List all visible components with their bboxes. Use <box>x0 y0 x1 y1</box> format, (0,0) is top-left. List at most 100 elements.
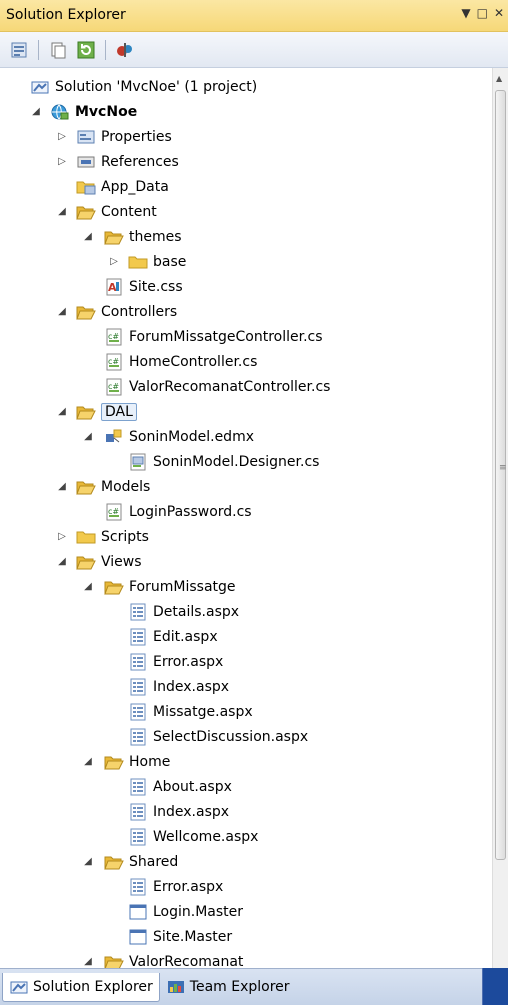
collapse-arrow-icon[interactable]: ◢ <box>82 424 94 449</box>
folder-icon <box>128 253 148 271</box>
refresh-button[interactable] <box>75 39 97 61</box>
tree-item-wellcome-aspx[interactable]: Wellcome.aspx <box>128 824 258 849</box>
cs-file-icon: c# <box>104 378 124 396</box>
solution-icon <box>30 78 50 96</box>
collapse-arrow-icon[interactable]: ◢ <box>82 749 94 774</box>
tree-item-details-aspx[interactable]: Details.aspx <box>128 599 239 624</box>
vertical-scrollbar[interactable]: ▲ ≡ <box>492 68 508 968</box>
solution-tree[interactable]: Solution 'MvcNoe' (1 project) ◢ MvcNoe ▷ Pro… <box>0 68 492 968</box>
solution-explorer-icon <box>9 978 29 996</box>
folder-open-icon <box>104 853 124 871</box>
master-page-icon <box>128 928 148 946</box>
dropdown-pin-icon[interactable]: ▼ <box>461 6 470 20</box>
team-explorer-icon <box>166 978 186 996</box>
show-all-files-button[interactable] <box>47 39 69 61</box>
tree-item-label: ForumMissatge <box>129 578 236 595</box>
edmx-file-icon <box>104 428 124 446</box>
toolbar <box>0 32 508 68</box>
tree-item-forummissatge[interactable]: ForumMissatge <box>104 574 236 599</box>
properties-folder-icon <box>76 128 96 146</box>
tab-label: Solution Explorer <box>33 978 153 995</box>
collapse-arrow-icon[interactable]: ◢ <box>56 299 68 324</box>
tree-item-site-css[interactable]: A Site.css <box>104 274 183 299</box>
grip-icon: ≡ <box>499 463 507 473</box>
tree-item-home[interactable]: Home <box>104 749 170 774</box>
tree-item-dal[interactable]: DAL <box>76 399 137 424</box>
folder-open-icon <box>104 228 124 246</box>
tree-item-scripts[interactable]: Scripts <box>76 524 149 549</box>
master-page-icon <box>128 903 148 921</box>
tree-item-about-aspx[interactable]: About.aspx <box>128 774 232 799</box>
tree-item-missatge-aspx[interactable]: Missatge.aspx <box>128 699 253 724</box>
tree-item-views[interactable]: Views <box>76 549 142 574</box>
collapse-arrow-icon[interactable]: ◢ <box>56 399 68 424</box>
tab-team-explorer[interactable]: Team Explorer <box>160 973 296 1001</box>
properties-button[interactable] <box>8 39 30 61</box>
tree-item-content[interactable]: Content <box>76 199 157 224</box>
tree-item-index-aspx[interactable]: Index.aspx <box>128 674 229 699</box>
tree-item-models[interactable]: Models <box>76 474 150 499</box>
tree-item-forummissatgecontroller-cs[interactable]: c# ForumMissatgeController.cs <box>104 324 323 349</box>
tab-solution-explorer[interactable]: Solution Explorer <box>2 972 160 1002</box>
tree-item-login-master[interactable]: Login.Master <box>128 899 243 924</box>
cs-file-icon: c# <box>104 353 124 371</box>
tree-item-edit-aspx[interactable]: Edit.aspx <box>128 624 218 649</box>
tree-item-valorrecomanatcontroller-cs[interactable]: c# ValorRecomanatController.cs <box>104 374 330 399</box>
aspx-file-icon <box>128 678 148 696</box>
tree-item-app-data[interactable]: App_Data <box>76 174 169 199</box>
tree-item-index-aspx[interactable]: Index.aspx <box>128 799 229 824</box>
tree-item-loginpassword-cs[interactable]: c# LoginPassword.cs <box>104 499 252 524</box>
tree-item-properties[interactable]: Properties <box>76 124 172 149</box>
collapse-arrow-icon[interactable]: ◢ <box>56 199 68 224</box>
collapse-arrow-icon[interactable]: ◢ <box>56 549 68 574</box>
tree-item-label: Login.Master <box>153 903 244 920</box>
tree-item-label: HomeController.cs <box>129 353 258 370</box>
tree-item-label: About.aspx <box>153 778 232 795</box>
show-all-files-icon <box>51 42 66 58</box>
tree-item-references[interactable]: References <box>76 149 179 174</box>
aspx-file-icon <box>128 878 148 896</box>
tree-item-label: Index.aspx <box>153 803 230 820</box>
expand-arrow-icon[interactable]: ▷ <box>56 149 68 174</box>
scrollbar-thumb[interactable]: ≡ <box>495 90 507 860</box>
tree-item-site-master[interactable]: Site.Master <box>128 924 232 949</box>
expand-arrow-icon[interactable]: ▷ <box>56 124 68 149</box>
tree-item-base[interactable]: base <box>128 249 186 274</box>
collapse-arrow-icon[interactable]: ◢ <box>82 574 94 599</box>
window-controls: ▼ □ ✕ <box>461 6 504 20</box>
tree-item-valorrecomanat[interactable]: ValorRecomanat <box>104 949 243 968</box>
tree-item-selectdiscussion-aspx[interactable]: SelectDiscussion.aspx <box>128 724 308 749</box>
tree-item-themes[interactable]: themes <box>104 224 182 249</box>
aspx-file-icon <box>128 728 148 746</box>
designer-file-icon <box>128 453 148 471</box>
collapse-arrow-icon[interactable]: ◢ <box>30 99 42 124</box>
web-project-icon <box>50 103 70 121</box>
svg-text:c#: c# <box>108 357 119 366</box>
collapse-arrow-icon[interactable]: ◢ <box>82 849 94 874</box>
tree-item-label: ForumMissatgeController.cs <box>129 328 323 345</box>
title-bar: Solution Explorer ▼ □ ✕ <box>0 0 508 32</box>
tree-item-label: ValorRecomanat <box>129 953 244 969</box>
expand-arrow-icon[interactable]: ▷ <box>108 249 120 274</box>
tree-item-shared[interactable]: Shared <box>104 849 178 874</box>
tree-item-homecontroller-cs[interactable]: c# HomeController.cs <box>104 349 257 374</box>
tree-item-error-aspx[interactable]: Error.aspx <box>128 874 223 899</box>
collapse-arrow-icon[interactable]: ◢ <box>82 949 94 968</box>
close-icon[interactable]: ✕ <box>494 6 504 20</box>
scroll-up-icon[interactable]: ▲ <box>496 74 502 83</box>
properties-icon <box>11 42 27 57</box>
tree-item-controllers[interactable]: Controllers <box>76 299 177 324</box>
tree-item-mvcnoe[interactable]: MvcNoe <box>50 99 137 124</box>
collapse-arrow-icon[interactable]: ◢ <box>82 224 94 249</box>
maximize-icon[interactable]: □ <box>477 6 488 20</box>
tree-item-soninmodel-designer-cs[interactable]: SoninModel.Designer.cs <box>128 449 319 474</box>
tree-item-error-aspx[interactable]: Error.aspx <box>128 649 223 674</box>
tree-item-label: themes <box>129 228 182 245</box>
expand-arrow-icon[interactable]: ▷ <box>56 524 68 549</box>
class-diagram-button[interactable] <box>114 39 136 61</box>
tree-item-soninmodel-edmx[interactable]: SoninModel.edmx <box>104 424 254 449</box>
tree-item-label: Home <box>129 753 171 770</box>
svg-text:c#: c# <box>108 332 119 341</box>
collapse-arrow-icon[interactable]: ◢ <box>56 474 68 499</box>
tree-item-solution-mvcnoe-1-project[interactable]: Solution 'MvcNoe' (1 project) <box>30 74 257 99</box>
